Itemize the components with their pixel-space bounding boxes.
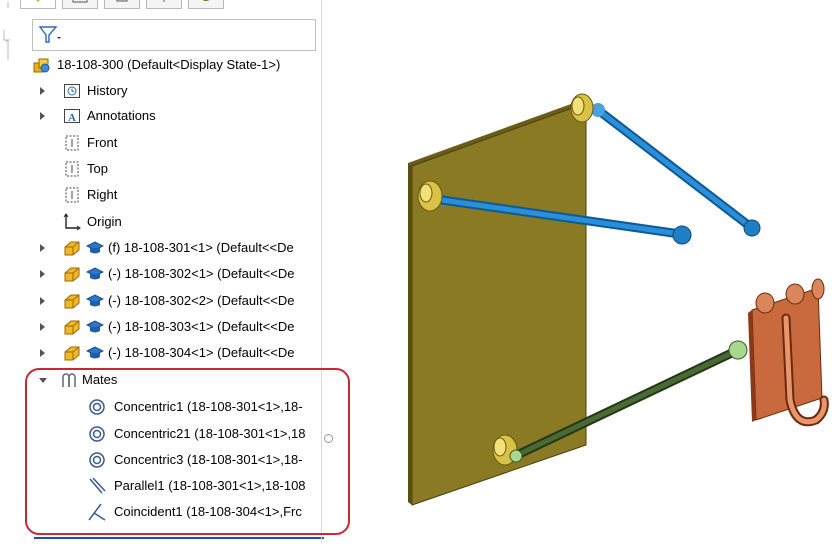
graphics-viewport[interactable] xyxy=(330,0,832,543)
tree-item-top-plane[interactable]: Top xyxy=(0,158,321,180)
tree-item-annotations[interactable]: A Annotations xyxy=(0,105,321,127)
mortarboard-icon xyxy=(86,320,104,333)
tree-component-303-1[interactable]: (-) 18-108-303<1> (Default<<De xyxy=(0,316,321,338)
tree-item-label: Annotations xyxy=(87,108,156,123)
tree-item-label: (f) 18-108-301<1> (Default<<De xyxy=(108,240,294,255)
origin-icon xyxy=(63,213,81,231)
plane-icon xyxy=(65,187,79,203)
upper-blue-link xyxy=(570,93,761,237)
tab-property-manager[interactable] xyxy=(62,0,98,9)
tab-display-manager[interactable] xyxy=(188,0,224,9)
expand-arrow-icon[interactable] xyxy=(40,349,45,357)
part-icon xyxy=(64,241,80,256)
tree-item-label: (-) 18-108-302<2> (Default<<De xyxy=(108,293,295,308)
filter-icon xyxy=(38,26,61,43)
tree-item-label: Right xyxy=(87,187,118,202)
tree-item-label: (-) 18-108-302<1> (Default<<De xyxy=(108,266,295,281)
tree-item-label: (-) 18-108-303<1> (Default<<De xyxy=(108,319,295,334)
tree-root-label: 18-108-300 (Default<Display State-1>) xyxy=(57,57,281,72)
tree-item-label: Origin xyxy=(87,214,122,229)
plane-icon xyxy=(65,161,79,177)
mortarboard-icon xyxy=(86,346,104,359)
tree-root-assembly[interactable]: 18-108-300 (Default<Display State-1>) xyxy=(0,54,321,76)
filter-box[interactable] xyxy=(32,19,316,51)
tree-item-front-plane[interactable]: Front xyxy=(0,132,321,154)
tab-dimxpert-manager[interactable] xyxy=(146,0,182,9)
tree-component-304-1[interactable]: (-) 18-108-304<1> (Default<<De xyxy=(0,342,321,364)
plane-icon xyxy=(65,135,79,151)
expand-arrow-icon[interactable] xyxy=(40,270,45,278)
part-icon xyxy=(64,346,80,361)
tree-item-label: (-) 18-108-304<1> (Default<<De xyxy=(108,345,295,360)
hook-part xyxy=(748,278,829,427)
mortarboard-icon xyxy=(86,241,104,254)
tree-component-301-1[interactable]: (f) 18-108-301<1> (Default<<De xyxy=(0,237,321,259)
assembly-icon xyxy=(33,58,50,73)
expand-arrow-icon[interactable] xyxy=(40,87,45,95)
part-icon xyxy=(64,294,80,309)
expand-arrow-icon[interactable] xyxy=(40,244,45,252)
selection-underline xyxy=(34,537,324,539)
mortarboard-icon xyxy=(86,294,104,307)
tree-item-label: Top xyxy=(87,161,108,176)
mortarboard-icon xyxy=(86,267,104,280)
tree-item-label: Front xyxy=(87,135,118,150)
expand-arrow-icon[interactable] xyxy=(40,112,45,120)
history-icon xyxy=(64,84,80,98)
display-manager-icon xyxy=(202,0,210,1)
tree-item-origin[interactable]: Origin xyxy=(0,211,321,233)
tree-item-history[interactable]: History xyxy=(0,80,321,102)
part-icon xyxy=(64,320,80,335)
svg-text:A: A xyxy=(68,112,76,124)
tab-configuration-manager[interactable] xyxy=(104,0,140,9)
tree-item-label: History xyxy=(87,83,128,98)
expand-arrow-icon[interactable] xyxy=(40,323,45,331)
annotations-icon: A xyxy=(64,109,80,124)
tree-component-302-1[interactable]: (-) 18-108-302<1> (Default<<De xyxy=(0,263,321,285)
panel-tabs xyxy=(20,0,300,10)
property-manager-icon xyxy=(72,0,88,3)
dimxpert-icon xyxy=(163,0,165,2)
assembly-model xyxy=(408,93,829,506)
tree-item-right-plane[interactable]: Right xyxy=(0,184,321,206)
tree-component-302-2[interactable]: (-) 18-108-302<2> (Default<<De xyxy=(0,290,321,312)
mates-highlight-outline xyxy=(25,368,350,535)
part-icon xyxy=(64,267,80,282)
expand-arrow-icon[interactable] xyxy=(40,297,45,305)
configuration-manager-icon xyxy=(116,0,128,2)
